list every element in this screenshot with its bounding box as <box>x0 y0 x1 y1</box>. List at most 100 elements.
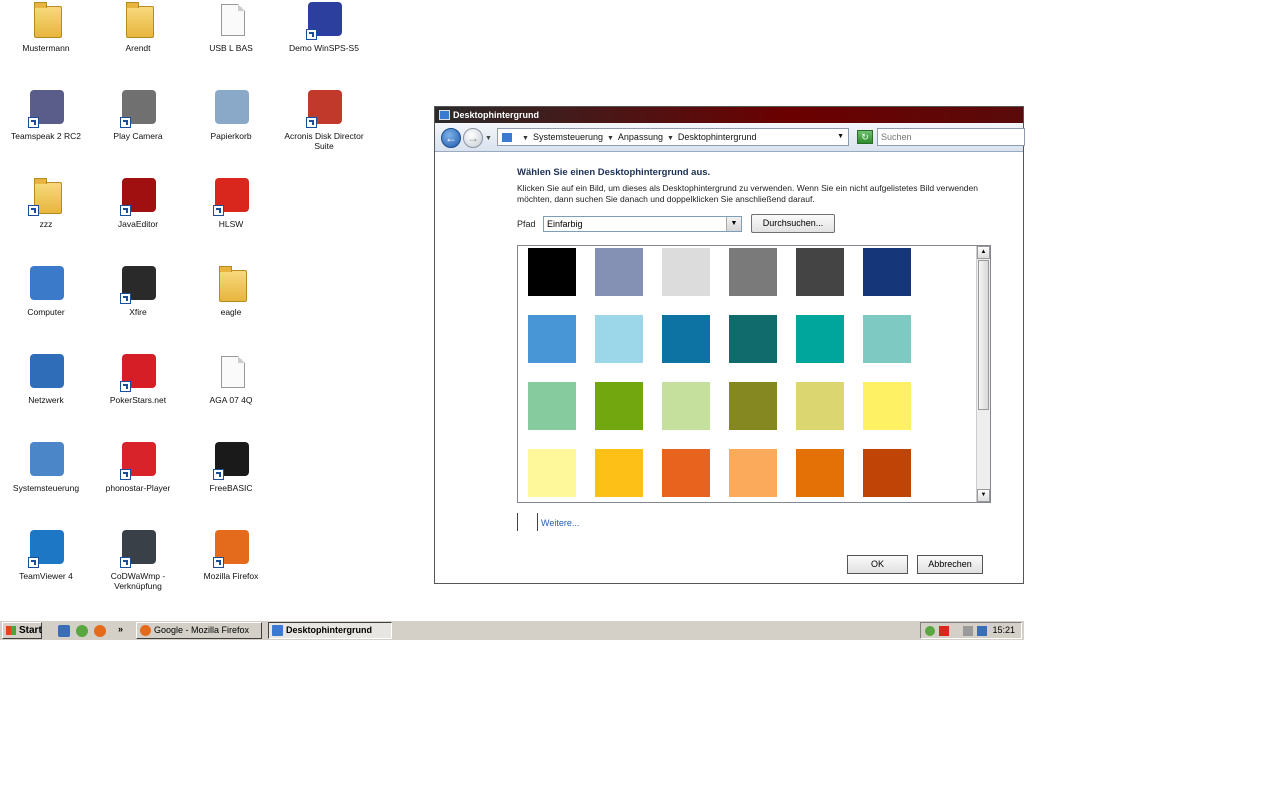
desktop-icon-mustermann-folder[interactable]: Mustermann <box>4 0 88 53</box>
scroll-up-icon[interactable]: ▲ <box>977 246 990 259</box>
breadcrumb-item-anpassung[interactable]: Anpassung <box>618 132 663 142</box>
desktop-icon-arendt-folder[interactable]: Arendt <box>96 0 180 53</box>
scroll-down-icon[interactable]: ▼ <box>977 489 990 502</box>
breadcrumb-item-desktophintergrund[interactable]: Desktophintergrund <box>678 132 757 142</box>
taskbar-item-label: Google - Mozilla Firefox <box>154 625 250 635</box>
color-swatch[interactable] <box>595 382 643 430</box>
page-heading: Wählen Sie einen Desktophintergrund aus. <box>517 167 711 178</box>
back-button[interactable]: ← <box>441 128 461 148</box>
search-input[interactable]: Suchen <box>877 128 1025 146</box>
color-swatch[interactable] <box>729 449 777 497</box>
color-swatch[interactable] <box>863 248 911 296</box>
scrollbar-thumb[interactable] <box>978 260 989 410</box>
breadcrumb-item-systemsteuerung[interactable]: Systemsteuerung <box>533 132 603 142</box>
desktop-icon-phonostar-icon[interactable]: phonostar-Player <box>96 440 180 493</box>
color-swatch[interactable] <box>863 315 911 363</box>
tray-app-icon[interactable] <box>925 626 935 636</box>
desktop-icon-xfire-icon[interactable]: Xfire <box>96 264 180 317</box>
shortcut-arrow-icon <box>28 557 39 568</box>
shortcut-arrow-icon <box>120 293 131 304</box>
desktop-icon-codwawmp-icon[interactable]: CoDWaWmp - Verknüpfung <box>96 528 180 591</box>
color-swatch[interactable] <box>528 382 576 430</box>
shortcut-arrow-icon <box>306 117 317 128</box>
zzz-icon <box>26 176 66 216</box>
browse-button[interactable]: Durchsuchen... <box>751 214 835 233</box>
path-label: Pfad <box>517 219 536 229</box>
pokerstars-icon <box>118 352 158 392</box>
taskbar-item-firefox[interactable]: Google - Mozilla Firefox <box>136 622 262 639</box>
tray-network-icon[interactable] <box>977 626 987 636</box>
netzwerk-icon <box>26 352 66 392</box>
path-select[interactable]: Einfarbig ▼ <box>543 216 742 232</box>
color-swatch[interactable] <box>595 315 643 363</box>
desktop-icon-systemsteuerung-icon[interactable]: Systemsteuerung <box>4 440 88 493</box>
desktop-icon-usbl-bas-file[interactable]: USB L BAS <box>189 0 273 53</box>
color-swatch[interactable] <box>662 248 710 296</box>
ok-button[interactable]: OK <box>847 555 908 574</box>
desktop-icon-papierkorb-icon[interactable]: Papierkorb <box>189 88 273 141</box>
desktop-icon-label: Arendt <box>125 43 151 53</box>
desktop-icon-computer-icon[interactable]: Computer <box>4 264 88 317</box>
desktop-icon-teamviewer-icon[interactable]: TeamViewer 4 <box>4 528 88 581</box>
quicklaunch-firefox-icon[interactable] <box>94 625 106 637</box>
color-swatch[interactable] <box>796 315 844 363</box>
breadcrumb[interactable]: ▼ Systemsteuerung ▼ Anpassung ▼ Desktophinter… <box>497 128 849 146</box>
more-link[interactable]: Weitere... <box>541 518 579 528</box>
color-swatch[interactable] <box>662 449 710 497</box>
desktop-icon-hlsw-icon[interactable]: HLSW <box>189 176 273 229</box>
desktop-icon-pokerstars-icon[interactable]: PokerStars.net <box>96 352 180 405</box>
color-swatch[interactable] <box>796 248 844 296</box>
color-swatch[interactable] <box>729 382 777 430</box>
forward-button[interactable]: → <box>463 128 483 148</box>
desktop-icon-javaeditor-icon[interactable]: JavaEditor <box>96 176 180 229</box>
color-swatch[interactable] <box>528 315 576 363</box>
shortcut-arrow-icon <box>120 381 131 392</box>
shortcut-arrow-icon <box>120 117 131 128</box>
clock[interactable]: 15:21 <box>992 625 1015 635</box>
color-swatch[interactable] <box>528 449 576 497</box>
color-swatch[interactable] <box>863 382 911 430</box>
desktop-icon-teamspeak-icon[interactable]: Teamspeak 2 RC2 <box>4 88 88 141</box>
javaeditor-icon <box>118 176 158 216</box>
desktop-icon-firefox-icon[interactable]: Mozilla Firefox <box>189 528 273 581</box>
quicklaunch-app-icon[interactable] <box>76 625 88 637</box>
color-swatch[interactable] <box>729 248 777 296</box>
show-desktop-icon[interactable] <box>58 625 70 637</box>
shortcut-arrow-icon <box>120 557 131 568</box>
desktop-icon-zzz-icon[interactable]: zzz <box>4 176 88 229</box>
window-titlebar[interactable]: Desktophintergrund <box>435 107 1023 123</box>
cancel-button[interactable]: Abbrechen <box>917 555 983 574</box>
desktop-icon-freebasic-icon[interactable]: FreeBASIC <box>189 440 273 493</box>
color-swatch[interactable] <box>595 248 643 296</box>
color-swatch[interactable] <box>662 382 710 430</box>
tray-battery-icon[interactable] <box>963 626 973 636</box>
desktop-icon-eagle-folder[interactable]: eagle <box>189 264 273 317</box>
color-swatch[interactable] <box>662 315 710 363</box>
color-swatch[interactable] <box>595 449 643 497</box>
desktop-icon-aga-file[interactable]: AGA 07 4Q <box>189 352 273 405</box>
mustermann-folder-icon <box>26 0 66 40</box>
desktop-icon-acronis-icon[interactable]: Acronis Disk Director Suite <box>282 88 366 151</box>
color-swatch[interactable] <box>729 315 777 363</box>
arendt-folder-icon <box>118 0 158 40</box>
color-swatch[interactable] <box>796 382 844 430</box>
desktop-icon-demo-winsps-icon[interactable]: Demo WinSPS-S5 <box>282 0 366 53</box>
color-swatch[interactable] <box>863 449 911 497</box>
refresh-button[interactable]: ↻ <box>857 130 873 144</box>
taskbar-item-desktophintergrund[interactable]: Desktophintergrund <box>268 622 392 639</box>
start-button[interactable]: Start <box>2 622 42 639</box>
quicklaunch-more-icon[interactable]: » <box>118 624 123 634</box>
tray-antivirus-icon[interactable] <box>939 626 949 636</box>
desktop-icon-netzwerk-icon[interactable]: Netzwerk <box>4 352 88 405</box>
vertical-scrollbar[interactable]: ▲ ▼ <box>976 246 990 502</box>
window-title-icon <box>439 110 450 120</box>
history-dropdown-icon[interactable]: ▼ <box>485 135 492 142</box>
hlsw-icon <box>211 176 251 216</box>
breadcrumb-dropdown-icon[interactable]: ▼ <box>837 129 844 145</box>
color-swatch[interactable] <box>528 248 576 296</box>
color-swatch[interactable] <box>796 449 844 497</box>
divider <box>517 513 518 531</box>
desktop-icon-play-camera-icon[interactable]: Play Camera <box>96 88 180 141</box>
shortcut-arrow-icon <box>28 117 39 128</box>
chevron-down-icon[interactable]: ▼ <box>726 217 741 231</box>
